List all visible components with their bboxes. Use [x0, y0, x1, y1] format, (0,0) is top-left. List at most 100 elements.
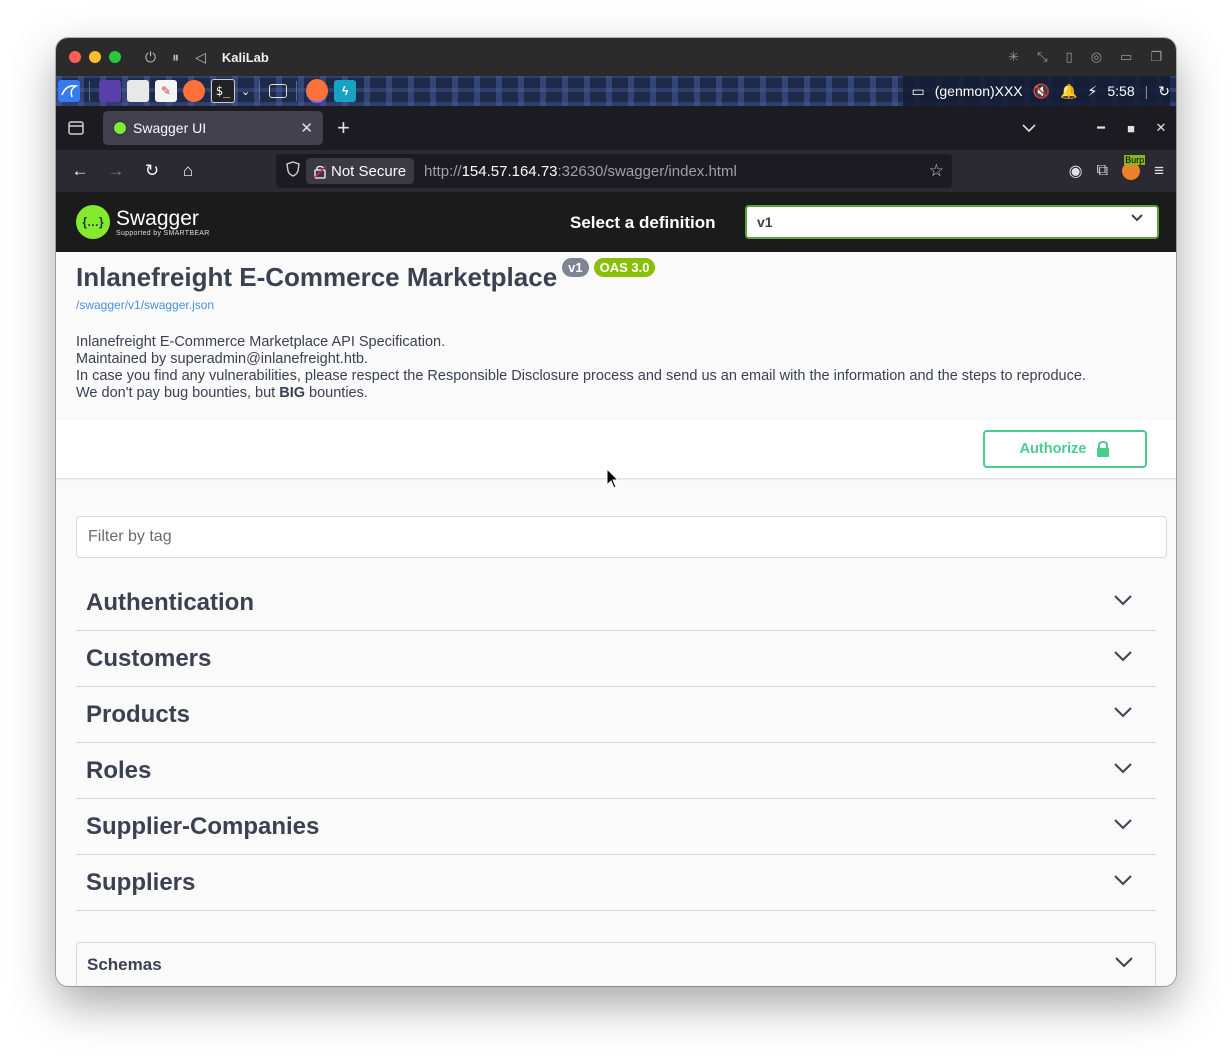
- back-triangle-icon[interactable]: ◁: [195, 49, 206, 66]
- panel-separator: |: [1144, 83, 1149, 99]
- schemas-section[interactable]: Schemas: [76, 942, 1156, 986]
- terminal-icon[interactable]: $_: [211, 79, 235, 103]
- kali-panel: ✎ $_ ⌄ ϟ ▭ (genmon)XXX 🔇 🔔 ⚡ 5:58 | ↻: [56, 76, 1176, 106]
- bookmark-star-icon[interactable]: ☆: [929, 161, 944, 181]
- burp-extension-icon[interactable]: Burp: [1122, 155, 1146, 180]
- vm-controls: ⏻ ⏸ ◁: [145, 49, 206, 66]
- minimize-icon[interactable]: ━: [1086, 120, 1116, 136]
- tag-section-products[interactable]: Products: [76, 687, 1156, 743]
- kali-menu-icon[interactable]: [58, 80, 80, 102]
- file-manager-icon[interactable]: [127, 80, 149, 102]
- tag-name[interactable]: Customers: [86, 645, 211, 673]
- description-line: In case you find any vulnerabilities, pl…: [76, 368, 1086, 384]
- usb-icon[interactable]: ▯: [1066, 49, 1073, 65]
- url-prefix: http://: [424, 162, 462, 180]
- workspace-icon[interactable]: [99, 80, 121, 102]
- window-icon[interactable]: ❐: [1150, 49, 1162, 65]
- filter-by-tag-input[interactable]: Filter by tag: [76, 516, 1167, 558]
- list-tabs-chevron-icon[interactable]: [1014, 121, 1044, 136]
- new-tab-button[interactable]: +: [337, 115, 350, 141]
- authorize-button[interactable]: Authorize: [983, 430, 1147, 468]
- swagger-logo[interactable]: {…} Swagger Supported by SMARTBEAR: [76, 205, 210, 239]
- bell-icon[interactable]: 🔔: [1060, 83, 1077, 100]
- api-info: Inlanefreight E-Commerce Marketplace v1 …: [56, 252, 1176, 420]
- traffic-lights: [69, 51, 121, 63]
- chevron-down-icon[interactable]: ⌄: [241, 85, 250, 98]
- back-arrow-icon[interactable]: ←: [62, 153, 98, 189]
- swagger-topbar: {…} Swagger Supported by SMARTBEAR Selec…: [56, 192, 1176, 252]
- tag-section-supplier-companies[interactable]: Supplier-Companies: [76, 799, 1156, 855]
- extensions-icon[interactable]: ⧉: [1097, 162, 1108, 180]
- forward-arrow-icon[interactable]: →: [98, 153, 134, 189]
- tag-section-customers[interactable]: Customers: [76, 631, 1156, 687]
- tag-name[interactable]: Products: [86, 701, 190, 729]
- genmon-label[interactable]: (genmon)XXX: [935, 83, 1023, 99]
- tag-section-suppliers[interactable]: Suppliers: [76, 855, 1156, 911]
- monitor-icon[interactable]: ▭: [911, 83, 924, 100]
- url-text[interactable]: http://154.57.164.73:32630/swagger/index…: [424, 163, 737, 180]
- account-icon[interactable]: ◉: [1069, 161, 1083, 181]
- firefox-task-icon[interactable]: [306, 79, 329, 103]
- hamburger-menu-icon[interactable]: ≡: [1154, 161, 1164, 181]
- home-icon[interactable]: ⌂: [170, 153, 206, 189]
- tab-swagger-ui[interactable]: Swagger UI ✕: [103, 111, 323, 145]
- mouse-cursor-icon: [606, 468, 620, 489]
- tag-name[interactable]: Authentication: [86, 589, 254, 617]
- reload-icon[interactable]: ↻: [134, 153, 170, 189]
- chevron-down-icon[interactable]: [1114, 875, 1132, 886]
- close-window-button[interactable]: [69, 51, 81, 63]
- folder-icon[interactable]: ▭: [1120, 49, 1132, 65]
- network-icon[interactable]: ◎: [1091, 49, 1102, 65]
- browser-tabstrip: Swagger UI ✕ + ━ ■ ✕: [56, 106, 1176, 150]
- definition-select[interactable]: v1: [745, 205, 1159, 239]
- tag-section-authentication[interactable]: Authentication: [76, 575, 1156, 631]
- url-bar[interactable]: Not Secure http://154.57.164.73:32630/sw…: [276, 154, 952, 188]
- vm-toolbar-right: ✳ ⤡ ▯ ◎ ▭ ❐: [1008, 38, 1162, 76]
- insecure-lock-icon: [314, 164, 326, 179]
- tag-section-roles[interactable]: Roles: [76, 743, 1156, 799]
- description-line: We don't pay bug bounties, but BIG bount…: [76, 385, 1156, 402]
- url-host: 154.57.164.73: [461, 162, 558, 180]
- pause-icon[interactable]: ⏸: [172, 49, 179, 66]
- clock[interactable]: 5:58: [1107, 83, 1134, 99]
- mute-icon[interactable]: 🔇: [1033, 83, 1050, 100]
- chevron-down-icon[interactable]: [1114, 651, 1132, 662]
- authorize-label: Authorize: [1019, 441, 1087, 457]
- swagger-logo-sub: Supported by SMARTBEAR: [116, 229, 210, 237]
- maximize-icon[interactable]: ■: [1116, 121, 1146, 136]
- not-secure-indicator[interactable]: Not Secure: [306, 158, 415, 184]
- panel-tray: ▭ (genmon)XXX 🔇 🔔 ⚡ 5:58 | ↻: [903, 76, 1170, 106]
- power-icon[interactable]: ⏻: [145, 49, 156, 66]
- tab-overview-icon[interactable]: [56, 106, 96, 150]
- title-row: Inlanefreight E-Commerce Marketplace v1 …: [76, 258, 1156, 292]
- resize-icon[interactable]: ⤡: [1037, 49, 1047, 65]
- lightning-app-icon[interactable]: ϟ: [334, 80, 357, 102]
- spec-json-link[interactable]: /swagger/v1/swagger.json: [76, 298, 1156, 312]
- firefox-launcher-icon[interactable]: [183, 80, 205, 102]
- browser-navbar: ← → ↻ ⌂ Not Secure http://154.57.164.73:…: [56, 150, 1176, 192]
- toolbar-right: ◉ ⧉ Burp ≡: [1069, 150, 1170, 192]
- chevron-down-icon[interactable]: [1114, 595, 1132, 606]
- close-icon[interactable]: ✕: [1146, 120, 1176, 136]
- tracking-shield-icon[interactable]: [286, 161, 300, 181]
- description-text: bounties.: [305, 385, 368, 401]
- text-editor-icon[interactable]: ✎: [155, 80, 177, 102]
- api-title: Inlanefreight E-Commerce Marketplace: [76, 262, 558, 292]
- tab-close-icon[interactable]: ✕: [300, 119, 313, 137]
- power-status-icon[interactable]: ⚡: [1088, 83, 1098, 100]
- panel-launchers: ✎ $_ ⌄ ϟ: [58, 76, 357, 106]
- chevron-down-icon[interactable]: [1114, 707, 1132, 718]
- chevron-down-icon[interactable]: [1114, 819, 1132, 830]
- chevron-down-icon[interactable]: [1114, 763, 1132, 774]
- description-line: Maintained by superadmin@inlanefreight.h…: [76, 351, 369, 367]
- tag-name[interactable]: Roles: [86, 757, 151, 785]
- refresh-icon[interactable]: ↻: [1158, 83, 1170, 100]
- chevron-down-icon[interactable]: [1115, 957, 1133, 968]
- tag-name[interactable]: Supplier-Companies: [86, 813, 319, 841]
- zoom-window-button[interactable]: [109, 51, 121, 63]
- spinner-icon[interactable]: ✳: [1008, 49, 1019, 65]
- tag-name[interactable]: Suppliers: [86, 869, 195, 897]
- window-button-icon[interactable]: [269, 84, 288, 98]
- minimize-window-button[interactable]: [89, 51, 101, 63]
- swagger-logo-name: Swagger: [116, 206, 199, 230]
